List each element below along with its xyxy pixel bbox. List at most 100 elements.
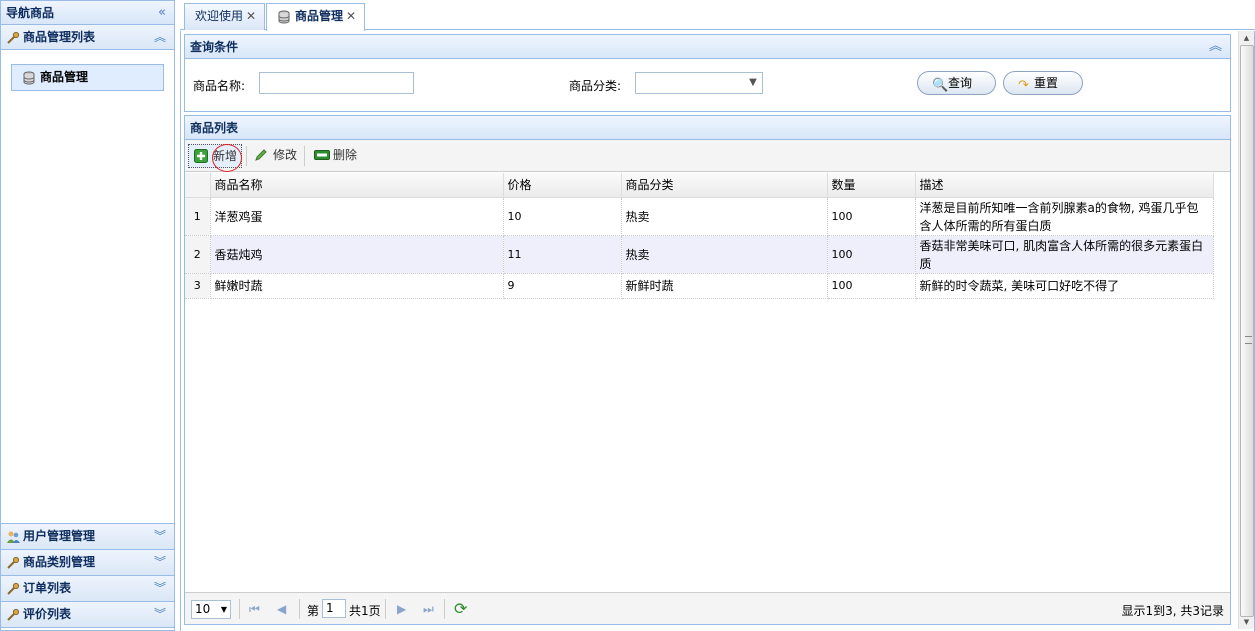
minus-icon [314, 150, 330, 160]
column-header[interactable]: 价格 [503, 173, 622, 198]
row-number-header [185, 173, 211, 198]
column-header[interactable]: 描述 [915, 173, 1214, 198]
users-icon [7, 531, 20, 543]
row-number: 3 [185, 273, 211, 299]
accordion-label: 用户管理管理 [23, 529, 96, 543]
cell-description: 香菇非常美味可口, 肌肉富含人体所需的很多元素蛋白质 [915, 235, 1214, 274]
pager-divider [239, 599, 240, 619]
accordion-body-product-list: 商品管理 [1, 50, 174, 524]
database-icon [278, 10, 290, 24]
table-row[interactable]: 2 香菇炖鸡 11 热卖 100 香菇非常美味可口, 肌肉富含人体所需的很多元素… [185, 235, 1214, 274]
accordion-label: 订单列表 [23, 581, 72, 595]
first-page-icon[interactable]: ⏮ [249, 602, 260, 617]
table-row[interactable]: 3 鲜嫩时蔬 9 新鲜时蔬 100 新鲜的时令蔬菜, 美味可口好吃不得了 [185, 273, 1214, 299]
nav-title: 导航商品 [6, 6, 55, 20]
accordion-header-reviews[interactable]: 评价列表 ︾ [1, 602, 174, 628]
main-area: 欢迎使用✕ 商品管理✕ 查询条件 ︽ 商品名称: 商品分类: ▼ 🔍 查询 [180, 0, 1255, 631]
pagination-info: 显示1到3, 共3记录 [1121, 604, 1224, 618]
prev-page-icon[interactable]: ◀ [277, 602, 286, 616]
chevron-down-icon[interactable]: ︾ [154, 602, 166, 627]
search-button[interactable]: 🔍 查询 [917, 71, 996, 95]
delete-button[interactable]: 删除 [309, 144, 357, 168]
accordion-label: 商品类别管理 [23, 555, 96, 569]
cell-name: 香菇炖鸡 [210, 235, 504, 274]
cell-category: 热卖 [621, 197, 828, 236]
page-total: 共1页 [349, 604, 381, 618]
cell-description: 新鲜的时令蔬菜, 美味可口好吃不得了 [915, 273, 1214, 299]
accordion-header-categories[interactable]: 商品类别管理 ︾ [1, 550, 174, 576]
pager-divider [299, 599, 300, 619]
close-icon[interactable]: ✕ [246, 9, 256, 23]
chevron-down-icon: ▼ [749, 77, 757, 88]
chevron-down-icon[interactable]: ︾ [154, 524, 166, 549]
pager-divider [444, 599, 445, 619]
category-select[interactable]: ▼ [635, 72, 763, 94]
pagination-bar: 10 ▼ ⏮ ◀ 第 1 共1页 ▶ ⏭ ⟳ 显示1到3, 共3记录 [185, 592, 1230, 624]
chevron-up-icon[interactable]: ︽ [154, 25, 166, 50]
reset-button-label: 重置 [1034, 76, 1059, 90]
highlight-circle [212, 144, 242, 172]
product-name-label: 商品名称: [193, 79, 246, 93]
reset-button[interactable]: ↷ 重置 [1003, 71, 1083, 95]
cell-price: 11 [503, 235, 622, 274]
chevron-down-icon: ▼ [220, 605, 227, 614]
edit-button[interactable]: 修改 [249, 144, 297, 168]
grid-toolbar: 新增 修改 删除 [185, 140, 1230, 172]
cell-name: 洋葱鸡蛋 [210, 197, 504, 236]
product-table: 商品名称 价格 商品分类 数量 描述 1 洋葱鸡蛋 10 热卖 100 洋葱是目 [185, 173, 1214, 299]
close-icon[interactable]: ✕ [346, 9, 356, 23]
tab-label: 商品管理 [295, 9, 344, 23]
scroll-up-icon[interactable]: ▲ [1239, 31, 1254, 45]
collapse-nav-icon[interactable]: « [158, 1, 166, 25]
grid-panel-title: 商品列表 [190, 121, 239, 135]
scroll-down-icon[interactable]: ▼ [1239, 615, 1254, 629]
grid-panel-header: 商品列表 [185, 116, 1230, 140]
column-header[interactable]: 商品分类 [621, 173, 828, 198]
query-panel-title: 查询条件 [190, 40, 239, 54]
page-size-value: 10 [195, 602, 211, 616]
cell-quantity: 100 [827, 235, 916, 274]
chevron-down-icon[interactable]: ︾ [154, 576, 166, 601]
page-number-input[interactable]: 1 [322, 599, 346, 618]
tab-welcome[interactable]: 欢迎使用 ✕ [184, 3, 266, 30]
page-size-select[interactable]: 10 ▼ [191, 600, 231, 619]
wrench-icon [7, 31, 20, 44]
row-number: 2 [185, 235, 211, 274]
column-header[interactable]: 数量 [827, 173, 916, 198]
cell-category: 热卖 [621, 235, 828, 274]
chevron-up-icon[interactable]: ︽ [1209, 35, 1222, 59]
pencil-icon [255, 149, 267, 161]
cell-category: 新鲜时蔬 [621, 273, 828, 299]
cell-price: 9 [503, 273, 622, 299]
scrollbar-thumb[interactable] [1240, 45, 1254, 617]
query-panel-header: 查询条件 ︽ [185, 35, 1230, 59]
page-prefix: 第 [307, 604, 320, 618]
tab-bar: 欢迎使用 ✕ 商品管理 ✕ [180, 0, 1255, 31]
search-icon: 🔍 [932, 78, 949, 93]
database-icon [23, 71, 35, 85]
next-page-icon[interactable]: ▶ [397, 602, 406, 616]
chevron-down-icon[interactable]: ︾ [154, 550, 166, 575]
cell-name: 鲜嫩时蔬 [210, 273, 504, 299]
wrench-icon [7, 556, 20, 569]
accordion-header-orders[interactable]: 订单列表 ︾ [1, 576, 174, 602]
product-name-input[interactable] [259, 72, 414, 94]
page-number-value: 1 [326, 601, 334, 615]
last-page-icon[interactable]: ⏭ [423, 602, 434, 617]
vertical-scrollbar[interactable]: ▲ ▼ [1238, 31, 1254, 629]
nav-item-label: 商品管理 [40, 70, 89, 84]
tab-product-management[interactable]: 商品管理 ✕ [266, 3, 366, 31]
toolbar-divider [246, 146, 247, 166]
row-number: 1 [185, 197, 211, 236]
refresh-icon[interactable]: ⟳ [454, 599, 467, 618]
column-header[interactable]: 商品名称 [210, 173, 504, 198]
delete-button-label: 删除 [333, 148, 358, 162]
accordion-header-product-list[interactable]: 商品管理列表 ︽ [1, 25, 174, 50]
cell-description: 洋葱是目前所知唯一含前列腺素a的食物, 鸡蛋几乎包含人体所需的所有蛋白质 [915, 197, 1214, 236]
wrench-icon [7, 582, 20, 595]
table-row[interactable]: 1 洋葱鸡蛋 10 热卖 100 洋葱是目前所知唯一含前列腺素a的食物, 鸡蛋几… [185, 197, 1214, 236]
pager-divider [385, 599, 386, 619]
query-panel: 查询条件 ︽ 商品名称: 商品分类: ▼ 🔍 查询 ↷ 重置 [184, 34, 1231, 112]
nav-item-product-management[interactable]: 商品管理 [11, 64, 164, 91]
accordion-header-users[interactable]: 用户管理管理 ︾ [1, 524, 174, 550]
